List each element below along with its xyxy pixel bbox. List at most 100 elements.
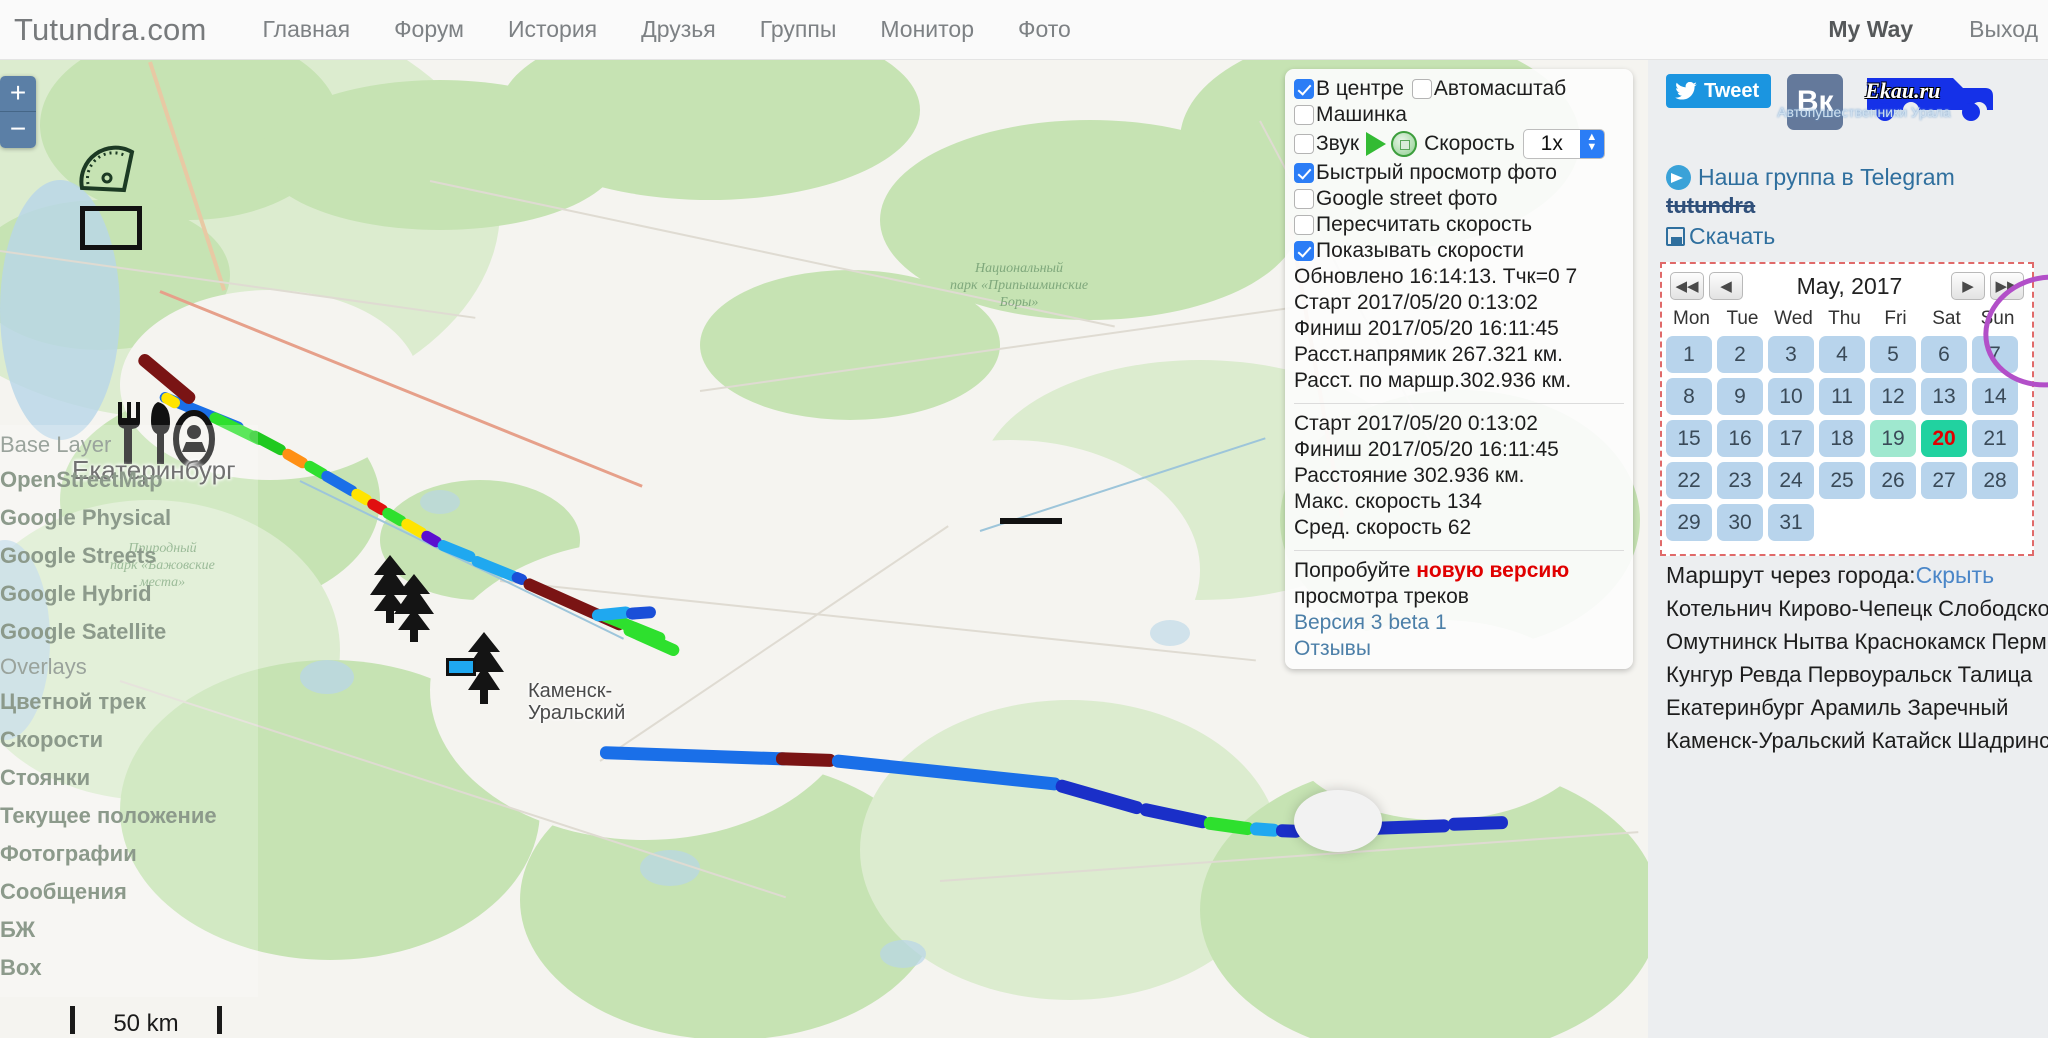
calendar-day[interactable]: 21: [1972, 420, 2018, 457]
calendar-day[interactable]: 12: [1870, 378, 1916, 415]
calendar-day[interactable]: 9: [1717, 378, 1763, 415]
download-row[interactable]: Скачать: [1648, 223, 2048, 250]
tweet-button[interactable]: Tweet: [1666, 74, 1772, 108]
chevron-updown-icon[interactable]: ▲ ▼: [1579, 130, 1604, 158]
calendar-day[interactable]: 16: [1717, 420, 1763, 457]
calendar-title: May, 2017: [1796, 272, 1903, 299]
calendar-day-empty: [1870, 504, 1916, 541]
layer-item-current-position[interactable]: Текущее положение: [0, 797, 258, 835]
calendar-grid[interactable]: 1 2 3 4 5 6 7 8 9 10 11 12 13 14 15 16 17 18 19 20 21 22 23 24 2…: [1666, 336, 2028, 541]
layer-item-google-physical[interactable]: Google Physical: [0, 499, 258, 537]
calendar-day[interactable]: 3: [1768, 336, 1814, 373]
telegram-row[interactable]: Наша группа в Telegram: [1648, 164, 2048, 191]
nav-item-photo[interactable]: Фото: [1018, 16, 1071, 43]
checkbox-recalc-speed[interactable]: [1294, 215, 1314, 235]
summary-avg-speed: Сред. скорость 62: [1294, 516, 1472, 539]
promo-link-version3[interactable]: Версия 3 beta 1: [1285, 610, 1633, 636]
calendar-day[interactable]: 19: [1870, 420, 1916, 457]
calendar-day[interactable]: 30: [1717, 504, 1763, 541]
layer-item-google-satellite[interactable]: Google Satellite: [0, 613, 258, 651]
calendar-day[interactable]: 23: [1717, 462, 1763, 499]
calendar-day[interactable]: 27: [1921, 462, 1967, 499]
calendar-day[interactable]: 13: [1921, 378, 1967, 415]
speed-select[interactable]: 1x ▲ ▼: [1522, 129, 1605, 159]
current-position-marker[interactable]: [1294, 790, 1382, 852]
promo-link-feedback[interactable]: Отзывы: [1285, 636, 1633, 669]
box-select-tool[interactable]: [80, 206, 142, 250]
checkbox-google-street-photo[interactable]: [1294, 189, 1314, 209]
calendar-day[interactable]: 20: [1921, 420, 1967, 457]
parking-marker[interactable]: [446, 658, 476, 676]
nav-item-forum[interactable]: Форум: [394, 16, 464, 43]
layer-item-speeds[interactable]: Скорости: [0, 721, 258, 759]
track-control-panel[interactable]: В центре Автомасштаб Машинка Звук Скорос…: [1285, 69, 1633, 669]
nav-item-history[interactable]: История: [508, 16, 597, 43]
ekau-logo[interactable]: Ekau.ru Автопушественники Урала: [1777, 74, 2001, 126]
site-brand[interactable]: Tutundra.com: [14, 12, 207, 48]
checkbox-v-centre[interactable]: [1294, 79, 1314, 99]
calendar-day[interactable]: 29: [1666, 504, 1712, 541]
date-picker-calendar[interactable]: ◀◀ ◀ May, 2017 ▶ ▶▶ Mon Tue Wed Thu Fri …: [1660, 262, 2034, 556]
calendar-day[interactable]: 17: [1768, 420, 1814, 457]
nav-item-logout[interactable]: Выход: [1969, 16, 2038, 43]
nav-item-monitor[interactable]: Монитор: [880, 16, 974, 43]
calendar-week-row: 22 23 24 25 26 27 28: [1666, 462, 2028, 499]
calendar-day[interactable]: 8: [1666, 378, 1712, 415]
route-toggle-link[interactable]: Скрыть: [1916, 562, 1995, 588]
calendar-day[interactable]: 18: [1819, 420, 1865, 457]
calendar-day[interactable]: 31: [1768, 504, 1814, 541]
stat-start: Старт 2017/05/20 0:13:02: [1294, 291, 1538, 314]
telegram-link[interactable]: Наша группа в Telegram: [1698, 164, 1955, 191]
nav-item-home[interactable]: Главная: [263, 16, 351, 43]
nav-item-friends[interactable]: Друзья: [641, 16, 716, 43]
calendar-day[interactable]: 24: [1768, 462, 1814, 499]
zoom-in-button[interactable]: +: [0, 76, 36, 112]
stop-icon[interactable]: [1391, 131, 1418, 157]
play-icon[interactable]: [1366, 132, 1387, 156]
layer-item-google-hybrid[interactable]: Google Hybrid: [0, 575, 258, 613]
calendar-day[interactable]: 7: [1972, 336, 2018, 373]
layer-item-parkings[interactable]: Стоянки: [0, 759, 258, 797]
layer-item-google-streets[interactable]: Google Streets: [0, 537, 258, 575]
calendar-day[interactable]: 2: [1717, 336, 1763, 373]
camp-tree-icon[interactable]: [386, 572, 442, 644]
layer-item-messages[interactable]: Сообщения: [0, 873, 258, 911]
layer-item-color-track[interactable]: Цветной трек: [0, 683, 258, 721]
checkbox-autoscale[interactable]: [1411, 79, 1432, 99]
nav-item-my-way[interactable]: My Way: [1828, 16, 1913, 43]
layer-item-openstreetmap[interactable]: OpenStreetMap: [0, 461, 258, 499]
calendar-day[interactable]: 14: [1972, 378, 2018, 415]
zoom-out-button[interactable]: −: [0, 112, 36, 148]
layer-switcher[interactable]: Base Layer OpenStreetMap Google Physical…: [0, 425, 258, 997]
calendar-prev-button[interactable]: ◀: [1709, 272, 1743, 300]
layer-item-bzh[interactable]: БЖ: [0, 911, 258, 949]
layer-item-photos[interactable]: Фотографии: [0, 835, 258, 873]
calendar-day[interactable]: 28: [1972, 462, 2018, 499]
calendar-next-button[interactable]: ▶: [1951, 272, 1985, 300]
calendar-day[interactable]: 4: [1819, 336, 1865, 373]
nav-item-groups[interactable]: Группы: [760, 16, 837, 43]
calendar-day[interactable]: 10: [1768, 378, 1814, 415]
calendar-last-button[interactable]: ▶▶: [1990, 272, 2024, 300]
checkbox-sound[interactable]: [1294, 134, 1314, 154]
calendar-day[interactable]: 15: [1666, 420, 1712, 457]
calendar-day[interactable]: 22: [1666, 462, 1712, 499]
checkbox-machine[interactable]: [1294, 105, 1314, 125]
calendar-day[interactable]: 1: [1666, 336, 1712, 373]
calendar-day[interactable]: 11: [1819, 378, 1865, 415]
calendar-first-button[interactable]: ◀◀: [1670, 272, 1704, 300]
calendar-day[interactable]: 6: [1921, 336, 1967, 373]
calendar-day[interactable]: 5: [1870, 336, 1916, 373]
label-show-speeds: Показывать скорости: [1316, 239, 1524, 262]
layer-item-box[interactable]: Box: [0, 949, 258, 987]
calendar-day[interactable]: 25: [1819, 462, 1865, 499]
vk-button[interactable]: Вк: [1787, 74, 1844, 130]
download-link[interactable]: Скачать: [1689, 223, 1775, 250]
checkbox-fast-photo[interactable]: [1294, 163, 1314, 183]
map-water: [640, 850, 700, 886]
checkbox-show-speeds[interactable]: [1294, 241, 1314, 261]
calendar-day[interactable]: 26: [1870, 462, 1916, 499]
map-zoom-controls[interactable]: + −: [0, 76, 36, 148]
protractor-measure-icon[interactable]: [76, 138, 138, 200]
tutundra-link[interactable]: tutundra: [1648, 193, 2048, 219]
